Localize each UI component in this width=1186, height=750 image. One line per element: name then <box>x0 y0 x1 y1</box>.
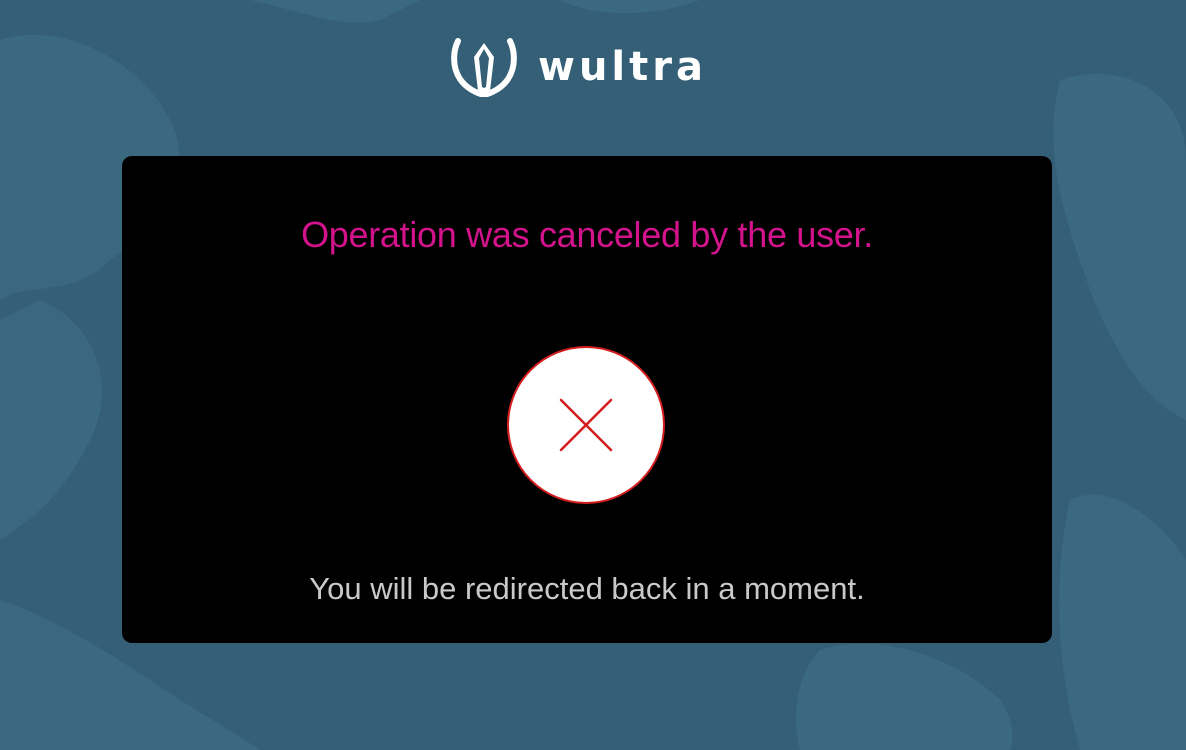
close-x-icon <box>559 398 613 452</box>
canceled-message-title: Operation was canceled by the user. <box>301 214 873 255</box>
redirect-notice: You will be redirected back in a moment. <box>309 571 865 606</box>
brand-name: wultra <box>538 44 707 90</box>
wultra-logo: wultra <box>450 34 707 98</box>
error-status-badge <box>507 346 665 504</box>
message-card: Operation was canceled by the user. You … <box>122 156 1052 643</box>
shield-logo-icon <box>451 38 517 97</box>
